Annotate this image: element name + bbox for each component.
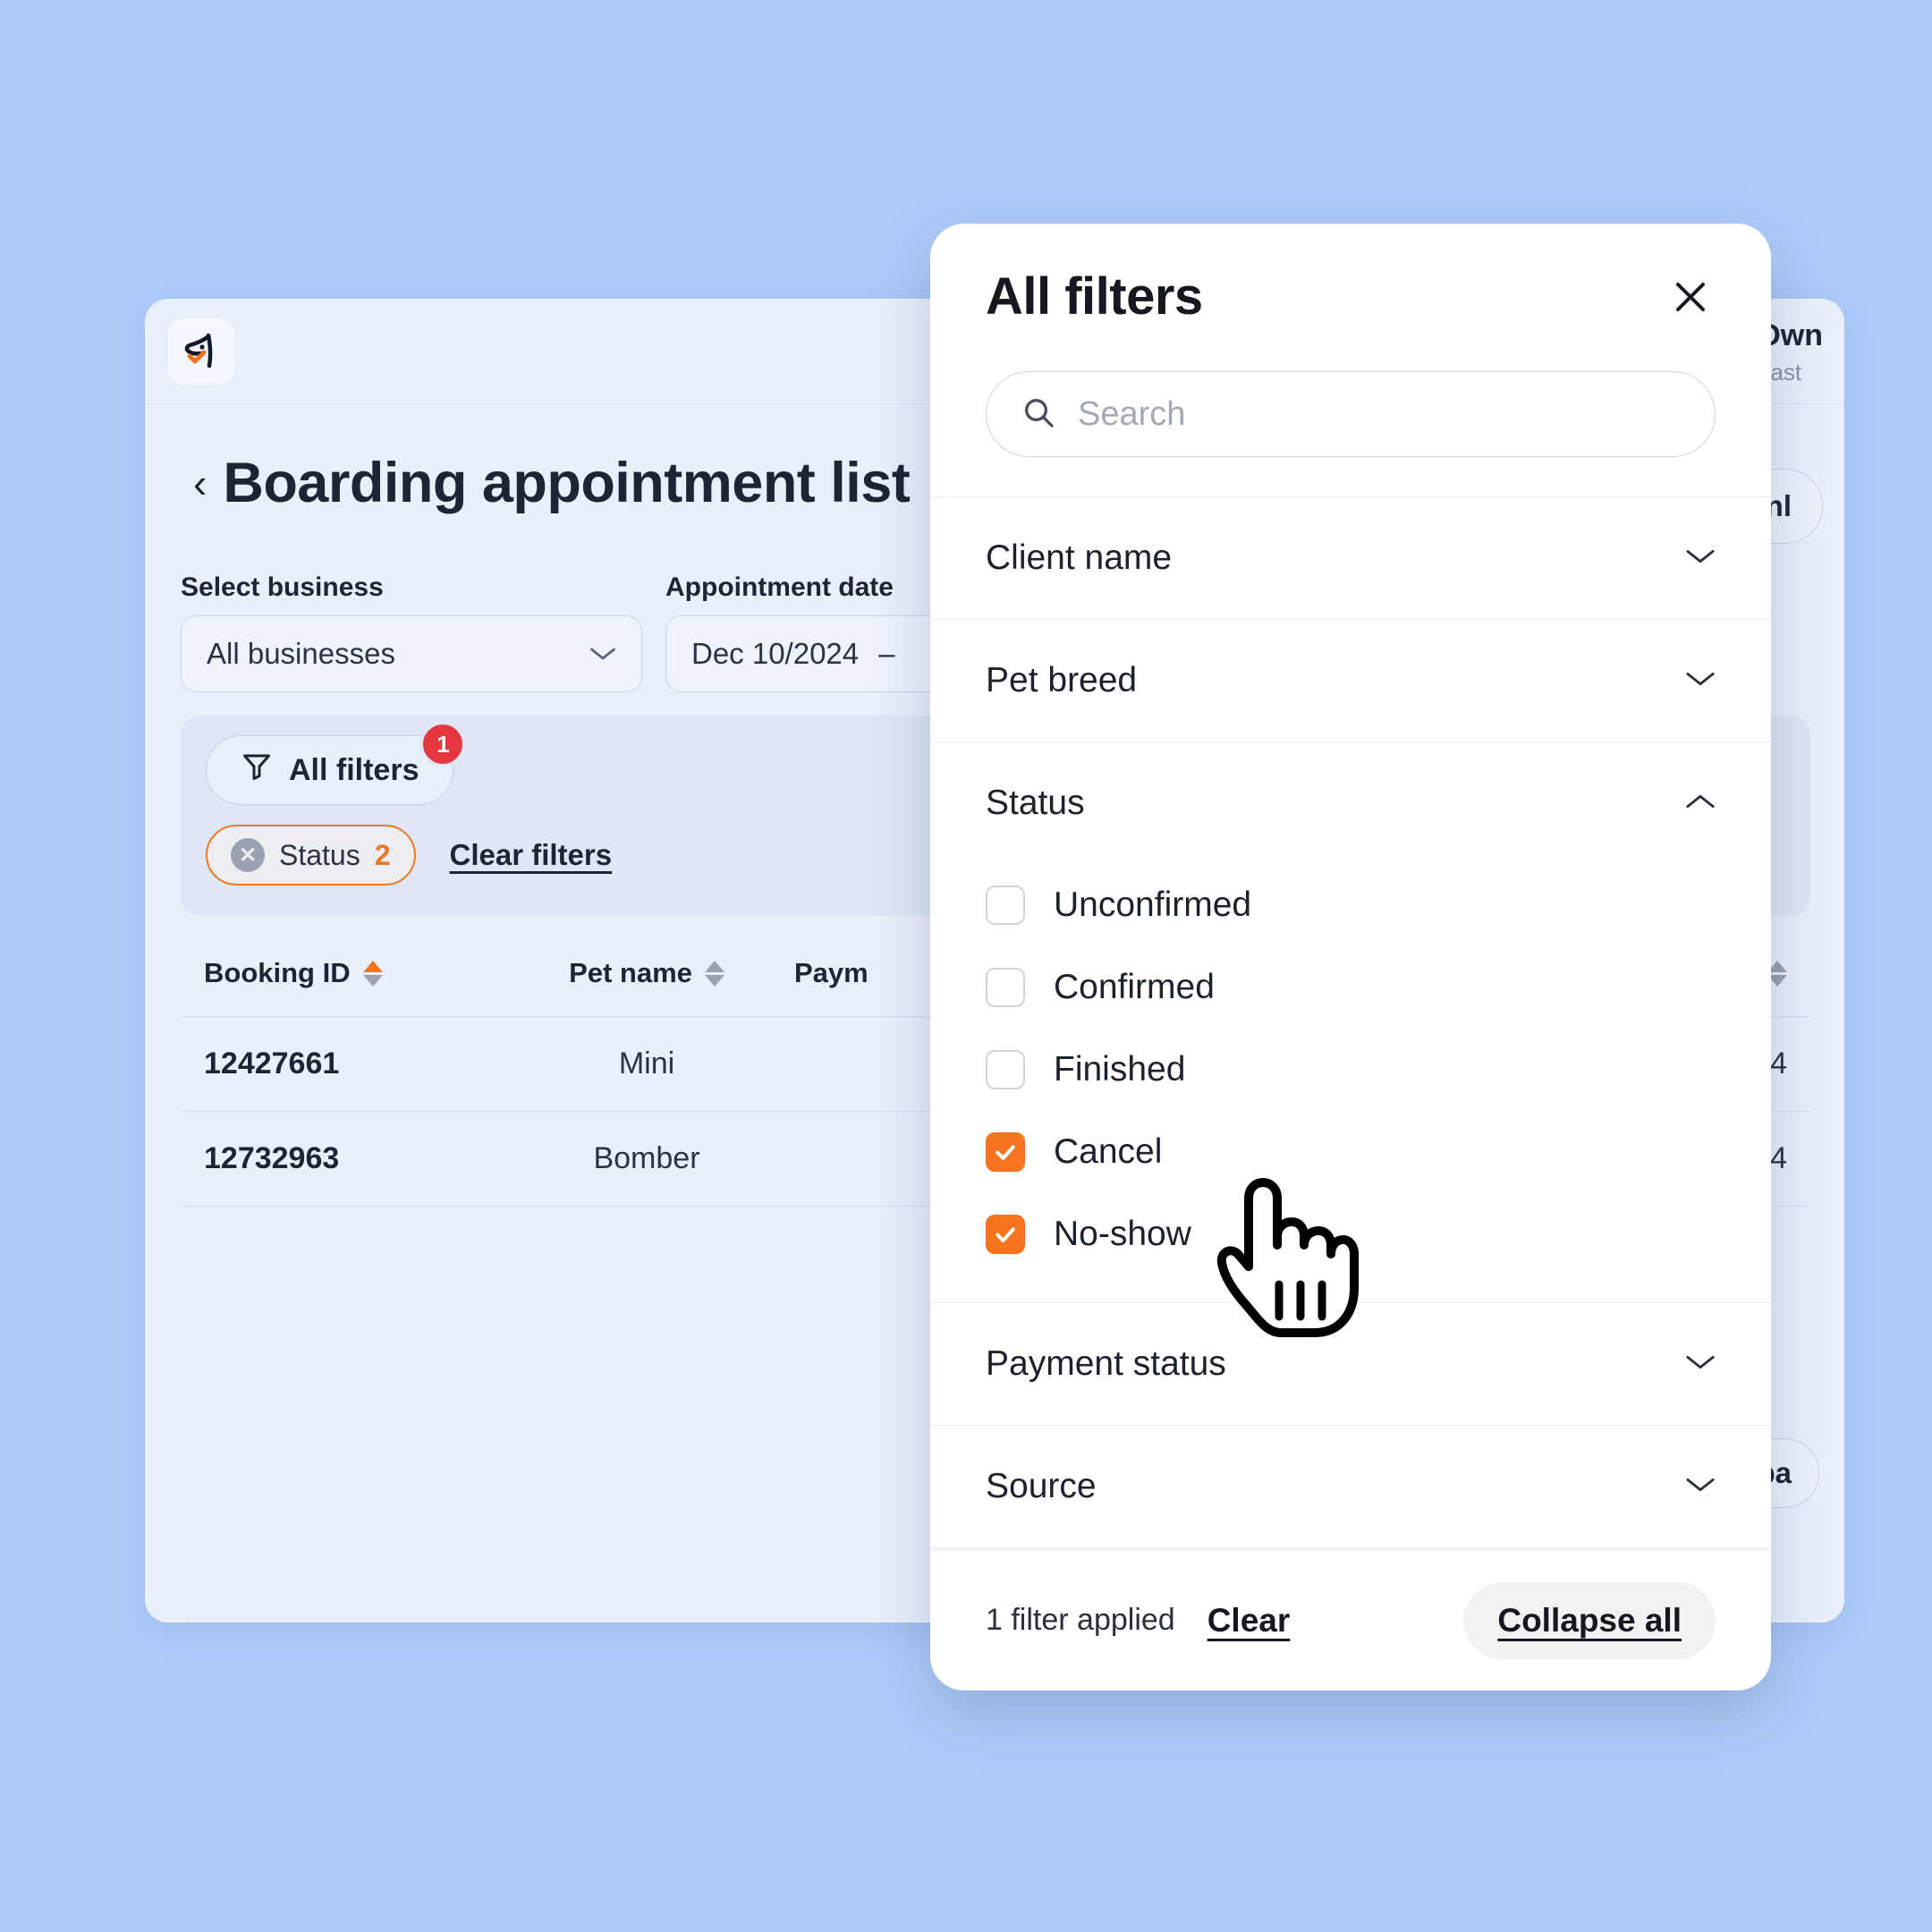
status-option-unconfirmed[interactable]: Unconfirmed (986, 864, 1716, 946)
status-options: Unconfirmed Confirmed Finished Cancel No… (986, 864, 1716, 1302)
clear-button[interactable]: Clear (1208, 1602, 1291, 1640)
all-filters-panel: All filters Search Client name Pet breed… (930, 224, 1771, 1690)
status-chip-label: Status (279, 838, 360, 871)
filter-section-header[interactable]: Source (986, 1426, 1716, 1547)
column-label: Booking ID (204, 957, 351, 988)
select-business-value: All businesses (207, 637, 395, 670)
dog-head-check-icon[interactable] (166, 316, 236, 386)
checkbox-unchecked-icon[interactable] (986, 886, 1025, 925)
filter-search-wrap: Search (930, 326, 1771, 457)
filter-section-title: Client name (986, 538, 1173, 577)
cell-booking-id: 12427661 (204, 1046, 340, 1080)
checkbox-unchecked-icon[interactable] (986, 1050, 1025, 1089)
filter-section-title: Source (986, 1467, 1097, 1505)
filter-panel-header: All filters (930, 224, 1771, 326)
option-label: Unconfirmed (1054, 886, 1252, 924)
chevron-down-icon (1685, 670, 1716, 692)
filter-section-client-name: Client name (930, 496, 1771, 619)
filter-section-header[interactable]: Client name (986, 497, 1716, 619)
select-business-label: Select business (181, 572, 384, 602)
cell-booking-id: 12732963 (204, 1141, 340, 1175)
cell-pet-name: Mini (618, 1046, 675, 1080)
status-option-confirmed[interactable]: Confirmed (986, 946, 1716, 1029)
filter-section-title: Pet breed (986, 661, 1138, 699)
column-header-booking-id[interactable]: Booking ID (204, 957, 499, 989)
column-header-pet-name[interactable]: Pet name (499, 957, 794, 989)
filter-section-header[interactable]: Pet breed (986, 620, 1716, 741)
option-label: Confirmed (1054, 968, 1215, 1006)
filter-section-pet-breed: Pet breed (930, 619, 1771, 741)
filter-section-header[interactable]: Status (986, 742, 1716, 864)
filter-section-title: Status (986, 784, 1085, 822)
chevron-down-icon (1685, 1353, 1716, 1376)
checkbox-checked-icon[interactable] (986, 1215, 1025, 1254)
filter-panel-title: All filters (986, 267, 1203, 326)
filter-panel-footer: 1 filter applied Clear Collapse all (930, 1549, 1771, 1690)
select-business-group: Select business All businesses (181, 572, 642, 692)
close-icon[interactable] (1665, 272, 1716, 322)
clear-filters-link[interactable]: Clear filters (450, 838, 613, 872)
status-option-cancel[interactable]: Cancel (986, 1111, 1716, 1193)
date-range-separator: – (878, 637, 895, 670)
filter-section-source: Source (930, 1425, 1771, 1547)
page-title: Boarding appointment list (223, 452, 911, 514)
option-label: No-show (1054, 1215, 1191, 1253)
all-filters-badge: 1 (420, 722, 466, 767)
status-filter-chip[interactable]: ✕ Status 2 (206, 825, 416, 886)
funnel-icon (241, 750, 273, 791)
status-chip-count: 2 (374, 838, 391, 871)
all-filters-label: All filters (289, 752, 419, 787)
filter-section-payment-status: Payment status (930, 1302, 1771, 1425)
search-placeholder: Search (1078, 394, 1186, 433)
circle-x-icon[interactable]: ✕ (231, 838, 265, 872)
chevron-left-icon[interactable]: ‹ (193, 462, 207, 504)
search-input[interactable]: Search (986, 371, 1716, 457)
select-business-dropdown[interactable]: All businesses (181, 615, 642, 692)
page-header: ‹ Boarding appointment list (193, 451, 911, 515)
chevron-down-icon (1685, 547, 1716, 570)
column-label: Pet name (569, 957, 692, 988)
filter-section-status: Status Unconfirmed Confirmed Finished Ca… (930, 741, 1771, 1302)
filter-section-header[interactable]: Payment status (986, 1303, 1716, 1425)
sort-icon[interactable] (704, 960, 724, 987)
column-label: Paym (794, 957, 869, 988)
chevron-down-icon (589, 640, 616, 667)
filter-section-title: Payment status (986, 1344, 1226, 1383)
checkbox-checked-icon[interactable] (986, 1132, 1025, 1172)
checkbox-unchecked-icon[interactable] (986, 968, 1025, 1007)
applied-filter-count: 1 filter applied (986, 1603, 1175, 1637)
chevron-down-icon (1685, 1476, 1716, 1498)
option-label: Finished (1054, 1050, 1186, 1089)
option-label: Cancel (1054, 1132, 1163, 1171)
collapse-all-button[interactable]: Collapse all (1463, 1581, 1716, 1659)
search-icon (1021, 394, 1056, 435)
chevron-up-icon (1685, 792, 1716, 815)
sort-asc-active-icon[interactable] (362, 960, 383, 987)
filter-sections: Client name Pet breed Status Unconfirmed… (930, 496, 1771, 1583)
screen: Huang (Own e booking mast ‹ Boarding app… (0, 0, 1932, 1932)
all-filters-button[interactable]: All filters 1 (206, 722, 466, 805)
status-option-no-show[interactable]: No-show (986, 1193, 1716, 1275)
cell-pet-name: Bomber (593, 1141, 700, 1175)
status-option-finished[interactable]: Finished (986, 1029, 1716, 1111)
appointment-date-value: Dec 10/2024 (691, 637, 860, 670)
